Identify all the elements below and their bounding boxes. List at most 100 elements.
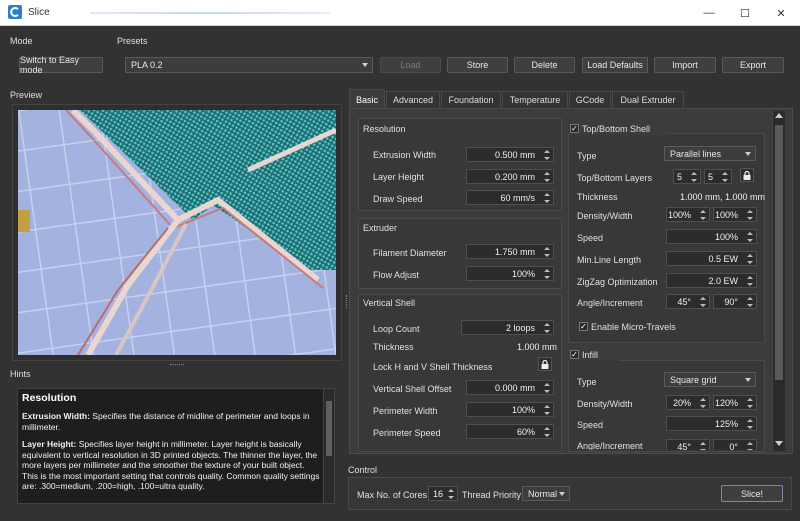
draw-speed-input[interactable]: 60 mm/s (466, 190, 554, 205)
tb-type-select[interactable]: Parallel lines (664, 146, 756, 161)
spin-arrows-icon[interactable] (746, 419, 754, 429)
tb-angle-value: 45° (677, 296, 691, 307)
tb-density-input[interactable]: 100% (666, 207, 710, 222)
loop-count-input[interactable]: 2 loops (461, 320, 554, 335)
min-line-length-input[interactable]: 0.5 EW (666, 251, 757, 266)
spin-arrows-icon[interactable] (543, 427, 551, 437)
perimeter-speed-input[interactable]: 60% (466, 424, 554, 439)
bottom-layers-input[interactable]: 5 (704, 169, 732, 184)
maximize-button[interactable]: ☐ (728, 0, 762, 26)
spin-arrows-icon[interactable] (746, 276, 754, 286)
spin-arrows-icon[interactable] (543, 150, 551, 160)
spin-arrows-icon[interactable] (746, 254, 754, 264)
flow-adjust-input[interactable]: 100% (466, 266, 554, 281)
draw-speed-label: Draw Speed (373, 194, 423, 204)
infill-width-input[interactable]: 120% (713, 395, 757, 410)
infill-increment-input[interactable]: 0° (713, 439, 757, 450)
tb-speed-label: Speed (577, 233, 604, 243)
import-button[interactable]: Import (654, 57, 716, 73)
spin-arrows-icon[interactable] (543, 247, 551, 257)
load-button[interactable]: Load (380, 57, 441, 73)
tab-foundation[interactable]: Foundation (441, 91, 501, 108)
top-bottom-checkbox[interactable]: ✓ (570, 124, 579, 133)
spin-arrows-icon[interactable] (721, 172, 729, 182)
slice-button[interactable]: Slice! (721, 485, 783, 502)
scroll-down-icon[interactable] (775, 441, 783, 446)
hints-scroll-thumb[interactable] (326, 401, 332, 456)
tb-speed-input[interactable]: 100% (666, 229, 757, 244)
infill-speed-input[interactable]: 125% (666, 416, 757, 431)
micro-travels-checkbox[interactable]: ✓ (579, 322, 588, 331)
switch-easy-mode-button[interactable]: Switch to Easy mode (19, 55, 103, 75)
scroll-up-icon[interactable] (775, 113, 783, 118)
spin-arrows-icon[interactable] (699, 442, 707, 450)
tb-increment-input[interactable]: 90° (713, 294, 757, 309)
settings-scroll-thumb[interactable] (775, 125, 783, 380)
layer-height-input[interactable]: 0.200 mm (466, 169, 554, 184)
spin-arrows-icon[interactable] (699, 210, 707, 220)
tab-temperature[interactable]: Temperature (502, 91, 568, 108)
tab-gcode[interactable]: GCode (569, 91, 611, 108)
preset-select[interactable]: PLA 0.2 (125, 57, 373, 73)
spin-arrows-icon[interactable] (543, 193, 551, 203)
spin-arrows-icon[interactable] (543, 405, 551, 415)
infill-type-select[interactable]: Square grid (664, 372, 756, 387)
spin-arrows-icon[interactable] (746, 398, 754, 408)
extrusion-width-input[interactable]: 0.500 mm (466, 147, 554, 162)
perimeter-width-value: 100% (511, 404, 535, 415)
spin-arrows-icon[interactable] (746, 297, 754, 307)
hints-scrollbar[interactable] (323, 389, 334, 503)
settings-scrollbar[interactable] (772, 111, 785, 451)
lock-hv-button[interactable] (538, 357, 552, 371)
filament-diameter-input[interactable]: 1.750 mm (466, 244, 554, 259)
tb-lock-button[interactable] (740, 168, 754, 182)
infill-checkbox[interactable]: ✓ (570, 350, 579, 359)
preview-viewport[interactable] (18, 110, 336, 355)
infill-density-input[interactable]: 20% (666, 395, 710, 410)
spin-arrows-icon[interactable] (543, 323, 551, 333)
perimeter-width-input[interactable]: 100% (466, 402, 554, 417)
chevron-down-icon (559, 492, 565, 496)
title-decoration (90, 12, 330, 14)
resolution-title: Resolution (363, 124, 406, 134)
tab-dual-extruder[interactable]: Dual Extruder (612, 91, 684, 108)
tab-basic[interactable]: Basic (349, 89, 385, 109)
delete-button[interactable]: Delete (514, 57, 575, 73)
splitter-handle[interactable] (346, 295, 348, 309)
extruder-title: Extruder (363, 223, 398, 233)
vshell-offset-input[interactable]: 0.000 mm (466, 380, 554, 395)
spin-arrows-icon[interactable] (447, 489, 455, 499)
spin-arrows-icon[interactable] (690, 172, 698, 182)
spin-arrows-icon[interactable] (699, 297, 707, 307)
spin-arrows-icon[interactable] (699, 398, 707, 408)
spin-arrows-icon[interactable] (543, 383, 551, 393)
tb-width-input[interactable]: 100% (713, 207, 757, 222)
spin-arrows-icon[interactable] (746, 442, 754, 450)
zigzag-input[interactable]: 2.0 EW (666, 273, 757, 288)
title-bar: Slice — ☐ ✕ (0, 0, 800, 26)
infill-density-width-label: Density/Width (577, 399, 633, 409)
store-button[interactable]: Store (447, 57, 508, 73)
spin-arrows-icon[interactable] (746, 232, 754, 242)
minimize-button[interactable]: — (692, 0, 726, 26)
perimeter-speed-label: Perimeter Speed (373, 428, 441, 438)
max-cores-value: 16 (432, 488, 443, 499)
close-button[interactable]: ✕ (764, 0, 798, 26)
spin-arrows-icon[interactable] (543, 172, 551, 182)
load-defaults-button[interactable]: Load Defaults (582, 57, 648, 73)
thread-priority-select[interactable]: Normal (522, 486, 570, 501)
tab-advanced[interactable]: Advanced (386, 91, 440, 108)
tb-angle-input[interactable]: 45° (666, 294, 710, 309)
maximize-icon: ☐ (740, 7, 750, 20)
export-button[interactable]: Export (722, 57, 784, 73)
max-cores-input[interactable]: 16 (428, 486, 458, 501)
hint-term: Layer Height: (22, 439, 77, 449)
loop-count-value: 2 loops (505, 322, 535, 333)
spin-arrows-icon[interactable] (746, 210, 754, 220)
infill-angle-input[interactable]: 45° (666, 439, 710, 450)
top-layers-input[interactable]: 5 (673, 169, 701, 184)
spin-arrows-icon[interactable] (543, 269, 551, 279)
control-label: Control (348, 465, 378, 475)
extrusion-width-value: 0.500 mm (494, 149, 535, 160)
splitter-handle-h[interactable] (170, 364, 184, 366)
